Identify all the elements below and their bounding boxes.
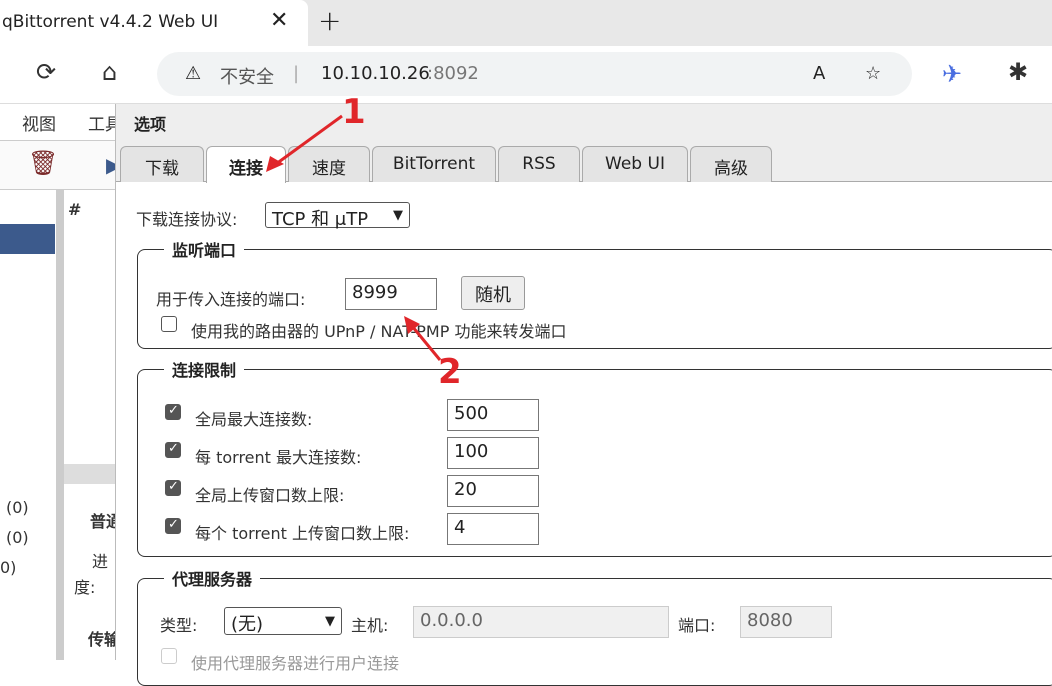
annotation-arrows [0, 0, 1052, 660]
annotation-label-2: 2 [438, 352, 462, 392]
annotation-arrow-2 [412, 326, 440, 360]
annotation-arrow-1 [276, 116, 342, 164]
annotation-label-1: 1 [342, 92, 366, 132]
